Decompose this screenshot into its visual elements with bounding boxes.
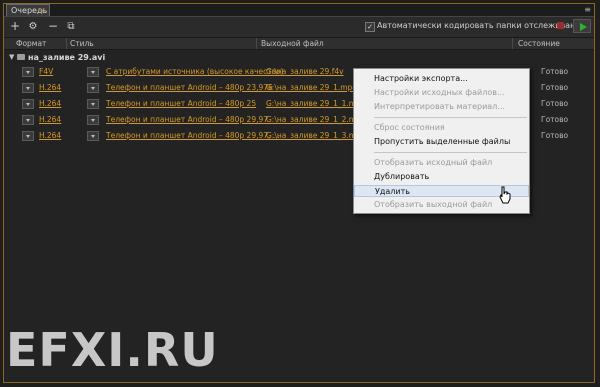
output-link[interactable]: G:\на_заливе 29_1_1.mp4 bbox=[266, 98, 366, 110]
menu-item-reset-status[interactable]: Сброс состояния bbox=[354, 122, 529, 134]
format-dropdown-icon[interactable] bbox=[22, 131, 34, 141]
preset-dropdown-icon[interactable] bbox=[87, 67, 99, 77]
status-text: Готово bbox=[541, 115, 569, 124]
format-dropdown-icon[interactable] bbox=[22, 83, 34, 93]
source-group[interactable]: ▼ на_заливе 29.avi bbox=[4, 51, 594, 64]
toolbar: + ⚙ − ⧉ ✓ Автоматически кодировать папки … bbox=[4, 17, 594, 38]
status-text: Готово bbox=[541, 83, 569, 92]
output-link[interactable]: G:\на_заливе 29_1.mp4 bbox=[266, 82, 357, 94]
column-divider[interactable] bbox=[256, 38, 257, 49]
output-link[interactable]: G:\на_заливе 29_1_3.mp4 bbox=[266, 130, 366, 142]
panel-menu-icon[interactable]: ≡ bbox=[584, 5, 591, 14]
remove-icon[interactable]: − bbox=[46, 20, 60, 34]
menu-separator bbox=[374, 117, 527, 118]
menu-item-duplicate[interactable]: Дублировать bbox=[354, 171, 529, 183]
menu-item-reveal-source[interactable]: Отобразить исходный файл bbox=[354, 157, 529, 169]
format-link[interactable]: H.264 bbox=[39, 130, 61, 142]
preset-link[interactable]: Телефон и планшет Android – 480p 25 bbox=[106, 98, 256, 110]
tab-bar: Очередь × ≡ bbox=[4, 4, 594, 17]
column-divider[interactable] bbox=[66, 38, 67, 49]
auto-encode-label: Автоматически кодировать папки отслежива… bbox=[377, 21, 586, 30]
format-dropdown-icon[interactable] bbox=[22, 99, 34, 109]
preset-link[interactable]: Телефон и планшет Android – 480p 29,97, … bbox=[106, 130, 280, 142]
menu-item-skip-selected[interactable]: Пропустить выделенные файлы bbox=[354, 136, 529, 148]
format-dropdown-icon[interactable] bbox=[22, 67, 34, 77]
col-status[interactable]: Состояние bbox=[518, 38, 560, 49]
file-icon bbox=[17, 54, 25, 60]
column-header: Формат Стиль Выходной файл Состояние bbox=[4, 38, 594, 50]
preset-settings-icon[interactable]: ⚙ bbox=[26, 20, 40, 34]
format-link[interactable]: H.264 bbox=[39, 114, 61, 126]
status-text: Готово bbox=[541, 131, 569, 140]
watermark-logo: EFXI.RU bbox=[6, 323, 219, 377]
auto-encode-checkbox[interactable]: ✓ Автоматически кодировать папки отслежив… bbox=[365, 21, 585, 32]
output-link[interactable]: G:\на_заливе 29.f4v bbox=[266, 66, 344, 78]
col-format[interactable]: Формат bbox=[16, 38, 46, 49]
menu-item-export-settings[interactable]: Настройки экспорта... bbox=[354, 73, 529, 85]
source-name: на_заливе 29.avi bbox=[28, 53, 106, 62]
format-dropdown-icon[interactable] bbox=[22, 115, 34, 125]
menu-separator bbox=[374, 152, 527, 153]
col-preset[interactable]: Стиль bbox=[70, 38, 94, 49]
format-link[interactable]: H.264 bbox=[39, 82, 61, 94]
add-source-icon[interactable]: + bbox=[8, 20, 22, 34]
close-icon[interactable]: × bbox=[39, 5, 46, 16]
preset-link[interactable]: С атрибутами источника (высокое качество… bbox=[106, 66, 284, 78]
tab-queue[interactable]: Очередь × bbox=[6, 4, 50, 16]
format-link[interactable]: H.264 bbox=[39, 98, 61, 110]
checkbox-check-icon[interactable]: ✓ bbox=[365, 22, 375, 32]
preset-dropdown-icon[interactable] bbox=[87, 115, 99, 125]
stop-queue-button[interactable] bbox=[557, 22, 564, 29]
start-queue-button[interactable] bbox=[573, 19, 591, 33]
expand-triangle-icon[interactable]: ▼ bbox=[9, 51, 14, 64]
menu-item-interpret-footage[interactable]: Интерпретировать материал... bbox=[354, 101, 529, 113]
duplicate-icon[interactable]: ⧉ bbox=[64, 20, 78, 34]
preset-dropdown-icon[interactable] bbox=[87, 131, 99, 141]
preset-dropdown-icon[interactable] bbox=[87, 83, 99, 93]
output-link[interactable]: G:\на_заливе 29_1_2.mp4 bbox=[266, 114, 366, 126]
menu-item-source-settings[interactable]: Настройки исходных файлов... bbox=[354, 87, 529, 99]
column-divider[interactable] bbox=[512, 38, 513, 49]
status-text: Готово bbox=[541, 99, 569, 108]
col-output[interactable]: Выходной файл bbox=[261, 38, 324, 49]
status-text: Готово bbox=[541, 67, 569, 76]
hand-cursor-icon bbox=[499, 186, 511, 204]
preset-dropdown-icon[interactable] bbox=[87, 99, 99, 109]
preset-link[interactable]: Телефон и планшет Android – 480p 29,97 bbox=[106, 114, 268, 126]
preset-link[interactable]: Телефон и планшет Android – 480p 23,976 bbox=[106, 82, 273, 94]
format-link[interactable]: F4V bbox=[39, 66, 53, 78]
